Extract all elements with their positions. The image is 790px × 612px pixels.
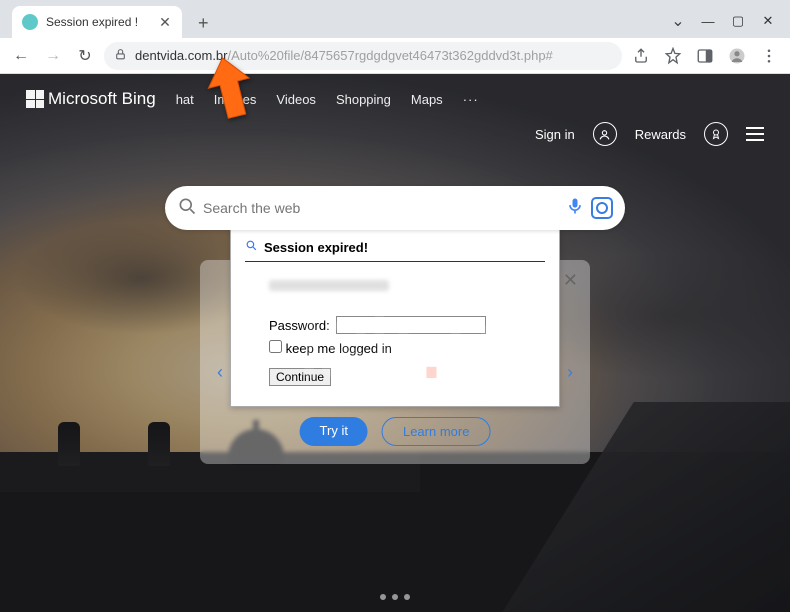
bing-nav-chat[interactable]: hat: [176, 92, 194, 107]
overflow-menu-icon[interactable]: [756, 43, 782, 69]
bookmark-icon[interactable]: [660, 43, 686, 69]
bing-nav-videos[interactable]: Videos: [276, 92, 316, 107]
browser-toolbar: ← → ↻ dentvida.com.br/Auto%20file/847565…: [0, 38, 790, 74]
hamburger-menu-icon[interactable]: [746, 127, 764, 141]
address-bar[interactable]: dentvida.com.br/Auto%20file/8475657rgdgd…: [104, 42, 622, 70]
nav-forward-button: →: [40, 43, 66, 69]
tabs-dropdown-icon[interactable]: ⌄: [664, 10, 692, 32]
tab-title: Session expired !: [46, 15, 150, 29]
annotation-arrow: [205, 55, 255, 126]
carousel-prev-icon[interactable]: ‹: [210, 362, 230, 382]
carousel-dot[interactable]: [380, 594, 386, 600]
window-close-button[interactable]: ✕: [754, 10, 782, 32]
window-maximize-button[interactable]: ▢: [724, 10, 752, 32]
blurred-username: [269, 280, 389, 291]
sign-in-link[interactable]: Sign in: [535, 127, 575, 142]
bing-logo-text: Microsoft Bing: [48, 89, 156, 109]
window-minimize-button[interactable]: —: [694, 10, 722, 32]
session-expired-dialog: Session expired! Password: keep me logge…: [230, 228, 560, 407]
promo-card: ✕ ‹ › Try it Learn more Session expired!…: [200, 260, 590, 464]
keep-logged-label: keep me logged in: [286, 341, 392, 356]
tab-close-icon[interactable]: ✕: [158, 15, 172, 29]
password-label: Password:: [269, 318, 330, 333]
carousel-dot[interactable]: [392, 594, 398, 600]
nav-reload-button[interactable]: ↻: [72, 43, 98, 69]
profile-icon[interactable]: [593, 122, 617, 146]
bing-nav-maps[interactable]: Maps: [411, 92, 443, 107]
card-close-icon[interactable]: ✕: [563, 270, 578, 291]
dialog-title: Session expired!: [264, 240, 368, 255]
rewards-link[interactable]: Rewards: [635, 127, 686, 142]
profile-avatar-icon[interactable]: [724, 43, 750, 69]
lock-icon: [114, 48, 127, 64]
nav-back-button[interactable]: ←: [8, 43, 34, 69]
tab-favicon: [22, 14, 38, 30]
microphone-icon[interactable]: [565, 196, 585, 221]
bing-logo[interactable]: Microsoft Bing: [26, 89, 156, 109]
keep-logged-checkbox[interactable]: [269, 340, 282, 353]
microsoft-logo-icon: [26, 90, 44, 108]
dialog-search-icon: [245, 239, 258, 255]
rewards-icon[interactable]: [704, 122, 728, 146]
bing-header: Microsoft Bing hat Images Videos Shoppin…: [0, 74, 790, 124]
learn-more-button[interactable]: Learn more: [382, 417, 490, 446]
search-icon: [177, 196, 197, 221]
page-viewport: Microsoft Bing hat Images Videos Shoppin…: [0, 74, 790, 612]
password-input[interactable]: [336, 316, 486, 334]
browser-tab[interactable]: Session expired ! ✕: [12, 6, 182, 38]
carousel-next-icon[interactable]: ›: [560, 362, 580, 382]
carousel-dot[interactable]: [404, 594, 410, 600]
browser-titlebar: Session expired ! ✕ + ⌄ — ▢ ✕: [0, 0, 790, 38]
bing-search-bar[interactable]: [165, 186, 625, 230]
new-tab-button[interactable]: +: [194, 9, 213, 38]
bing-nav-more-icon[interactable]: ···: [463, 92, 479, 107]
bing-nav-shopping[interactable]: Shopping: [336, 92, 391, 107]
share-icon[interactable]: [628, 43, 654, 69]
carousel-dots: [380, 594, 410, 600]
side-panel-icon[interactable]: [692, 43, 718, 69]
continue-button[interactable]: Continue: [269, 368, 331, 386]
url-text: dentvida.com.br/Auto%20file/8475657rgdgd…: [135, 48, 553, 63]
try-it-button[interactable]: Try it: [300, 417, 368, 446]
search-input[interactable]: [203, 200, 559, 216]
bing-header-right: Sign in Rewards: [535, 122, 764, 146]
image-search-icon[interactable]: [591, 197, 613, 219]
